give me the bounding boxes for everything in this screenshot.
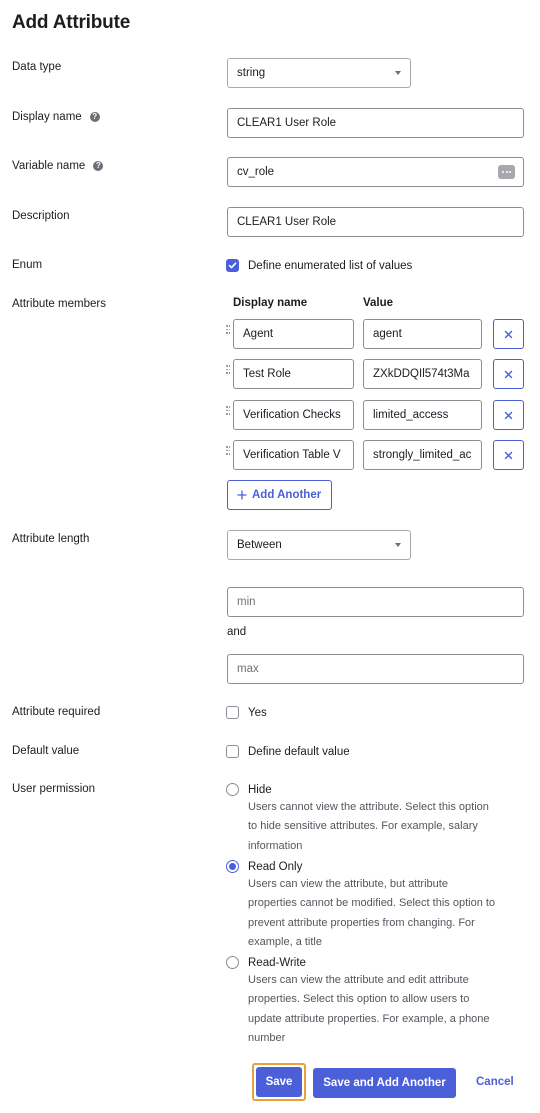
attribute-required-option-label: Yes <box>248 706 267 719</box>
cancel-button[interactable]: Cancel <box>476 1076 514 1088</box>
question-circle-icon[interactable]: ? <box>93 161 104 171</box>
permission-option-read-only[interactable]: Read Only <box>226 860 302 873</box>
attribute-members-label: Attribute members <box>12 298 106 310</box>
permission-read-write-description: Users can view the attribute and edit at… <box>248 974 490 1044</box>
question-circle-icon[interactable]: ? <box>89 112 100 122</box>
attribute-length-label: Attribute length <box>12 533 90 545</box>
data-type-label: Data type <box>12 61 62 73</box>
description-label: Description <box>12 210 70 222</box>
member-display-input[interactable]: Verification Checks <box>233 400 354 430</box>
members-col-display-name: Display name <box>233 297 308 309</box>
default-value-option-label: Define default value <box>248 745 350 758</box>
member-display-input[interactable]: Agent <box>233 319 354 349</box>
page-title: Add Attribute <box>12 12 131 33</box>
save-button[interactable]: Save <box>256 1067 302 1097</box>
description-value: CLEAR1 User Role <box>237 216 337 228</box>
permission-radio-hide[interactable] <box>226 783 239 796</box>
remove-member-button[interactable] <box>493 359 524 389</box>
member-value-input[interactable]: strongly_limited_ac <box>363 440 482 470</box>
enum-label: Enum <box>12 259 43 271</box>
permission-read-only-description: Users can view the attribute, but attrib… <box>248 878 496 948</box>
drag-handle-icon[interactable] <box>226 446 230 456</box>
close-icon <box>504 451 513 459</box>
min-length-input[interactable]: min <box>227 587 524 617</box>
drag-handle-icon[interactable] <box>226 325 230 335</box>
member-display-input[interactable]: Verification Table V <box>233 440 354 470</box>
attribute-length-select[interactable]: Between <box>227 530 411 560</box>
member-value-input[interactable]: limited_access <box>363 400 482 430</box>
checkmark-icon <box>228 262 237 269</box>
permission-hide-description: Users cannot view the attribute. Select … <box>248 801 489 852</box>
display-name-label: Display name ? <box>12 111 100 123</box>
display-name-value: CLEAR1 User Role <box>237 117 337 129</box>
member-value-input[interactable]: ZXkDDQIl574t3Ma <box>363 359 482 389</box>
attribute-required-label: Attribute required <box>12 706 101 718</box>
close-icon <box>504 411 513 419</box>
drag-handle-icon[interactable] <box>226 406 230 416</box>
and-label: and <box>227 626 247 638</box>
variable-name-value: cv_role <box>237 166 275 178</box>
permission-option-label: Read-Write <box>248 956 306 969</box>
member-value-input[interactable]: agent <box>363 319 482 349</box>
attribute-required-checkbox[interactable] <box>226 706 239 719</box>
variable-name-label: Variable name ? <box>12 160 104 172</box>
permission-option-read-write[interactable]: Read-Write <box>226 956 306 969</box>
variable-name-input[interactable]: cv_role <box>227 157 524 187</box>
permission-option-label: Hide <box>248 783 272 796</box>
member-display-input[interactable]: Test Role <box>233 359 354 389</box>
max-placeholder: max <box>237 663 259 675</box>
permission-option-hide[interactable]: Hide <box>226 783 272 796</box>
default-value-checkbox[interactable] <box>226 745 239 758</box>
permission-radio-read-write[interactable] <box>226 956 239 969</box>
remove-member-button[interactable] <box>493 400 524 430</box>
max-length-input[interactable]: max <box>227 654 524 684</box>
default-value-option[interactable]: Define default value <box>226 745 350 758</box>
add-another-member-button[interactable]: Add Another <box>227 480 332 510</box>
save-and-add-another-button[interactable]: Save and Add Another <box>313 1068 456 1098</box>
remove-member-button[interactable] <box>493 319 524 349</box>
min-placeholder: min <box>237 596 256 608</box>
remove-member-button[interactable] <box>493 440 524 470</box>
default-value-label: Default value <box>12 745 80 757</box>
description-input[interactable]: CLEAR1 User Role <box>227 207 524 237</box>
permission-radio-read-only[interactable] <box>226 860 239 873</box>
data-type-select[interactable]: string <box>227 58 411 88</box>
more-dots-icon[interactable] <box>498 165 515 179</box>
drag-handle-icon[interactable] <box>226 365 230 375</box>
enum-checkbox[interactable] <box>226 259 239 272</box>
save-button-focus-ring: Save <box>252 1063 306 1101</box>
display-name-input[interactable]: CLEAR1 User Role <box>227 108 524 138</box>
plus-icon <box>237 490 247 500</box>
close-icon <box>504 370 513 378</box>
permission-option-label: Read Only <box>248 860 303 873</box>
enum-checkbox-label: Define enumerated list of values <box>248 259 413 272</box>
chevron-down-icon <box>395 71 401 75</box>
attribute-length-value: Between <box>237 539 282 551</box>
chevron-down-icon <box>395 543 401 547</box>
data-type-value: string <box>237 67 266 79</box>
close-icon <box>504 330 513 338</box>
members-col-value: Value <box>363 297 394 309</box>
user-permission-label: User permission <box>12 783 96 795</box>
enum-option[interactable]: Define enumerated list of values <box>226 259 412 272</box>
add-another-label: Add Another <box>252 489 322 501</box>
attribute-required-option[interactable]: Yes <box>226 706 267 719</box>
